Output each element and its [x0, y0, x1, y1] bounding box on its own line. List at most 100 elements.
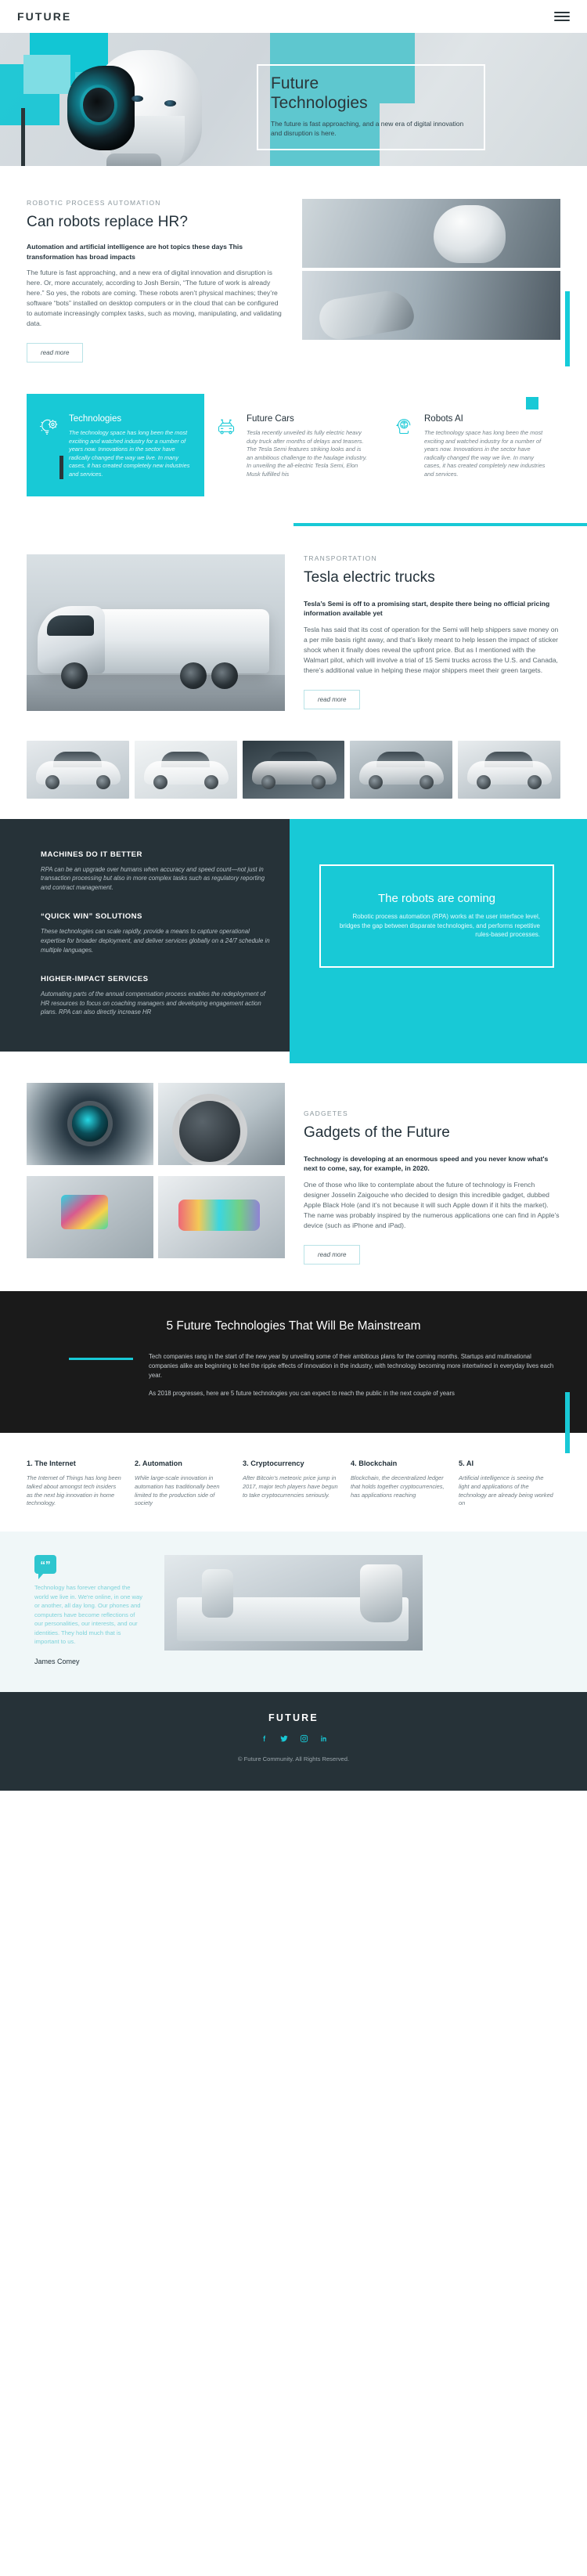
twitter-icon[interactable] [279, 1734, 289, 1743]
robot-eye-right [164, 100, 176, 106]
hero-banner: Future Technologies The future is fast a… [0, 33, 587, 166]
gadget-image-touch-interface [158, 1175, 285, 1258]
tech-list-item-3: 3. Cryptocurrency After Bitcoin’s meteor… [243, 1459, 338, 1508]
robots-hr-title: Can robots replace HR? [27, 214, 189, 230]
car-thumb-2[interactable] [134, 740, 237, 799]
section-car-gallery [0, 734, 587, 819]
machines-blocks: MACHINES DO IT BETTER RPA can be an upgr… [0, 850, 290, 1017]
machines-accent-edge [582, 818, 587, 1052]
gadgets-eyebrow: GADGETES [304, 1109, 348, 1117]
tesla-divider-rule [294, 522, 587, 526]
robots-hr-images [302, 199, 570, 366]
machines-heading-3: HIGHER-IMPACT SERVICES [41, 975, 149, 984]
quote-lab-photo [164, 1555, 423, 1651]
footer-copyright: © Future Community. All Rights Reserved. [237, 1755, 350, 1762]
robots-hr-lead: Automation and artificial intelligence a… [27, 243, 243, 261]
section-robots-hr: ROBOTIC PROCESS AUTOMATION Can robots re… [0, 166, 587, 383]
feature-text: The technology space has long been the m… [69, 429, 190, 478]
gadgets-read-more-button[interactable]: read more [304, 1244, 361, 1265]
tech-list-item-1: 1. The Internet The Internet of Things h… [27, 1459, 122, 1508]
mainstream-accent-rule [69, 1352, 133, 1398]
brand-logo[interactable]: FUTURE [17, 10, 71, 23]
tech-list-item-5: 5. AI Artificial intelligence is seeing … [459, 1459, 554, 1508]
tesla-eyebrow: TRANSPORTATION [304, 554, 377, 562]
tech-list-title: 4. Blockchain [351, 1459, 398, 1468]
feature-card-technologies[interactable]: Technologies The technology space has lo… [27, 394, 204, 496]
section-quote: “” Technology has forever changed the wo… [0, 1532, 587, 1692]
section-mainstream: 5 Future Technologies That Will Be Mains… [0, 1290, 587, 1454]
robots-coming-title: The robots are coming [377, 892, 496, 906]
gadget-image-robot-eye [27, 1082, 153, 1165]
robots-hr-eyebrow: ROBOTIC PROCESS AUTOMATION [27, 199, 161, 207]
feature-text: Tesla recently unveiled its fully electr… [247, 429, 367, 478]
tesla-read-more-button[interactable]: read more [304, 689, 361, 709]
machines-text-2: These technologies can scale rapidly, pr… [41, 928, 270, 954]
feature-title: Robots AI [424, 414, 463, 424]
tesla-title: Tesla electric trucks [304, 568, 435, 586]
robot-brain-head-icon [393, 414, 416, 479]
tech-list-text: While large-scale innovation in automati… [135, 1474, 220, 1507]
mainstream-paragraph-1: Tech companies rang in the start of the … [149, 1352, 554, 1379]
site-footer: FUTURE © Future Community. All Rights Re… [0, 1691, 587, 1791]
car-thumb-3[interactable] [242, 740, 345, 799]
robots-hr-body: The future is fast approaching, and a ne… [27, 269, 282, 327]
quote-bubble-icon: “” [34, 1555, 56, 1580]
car-thumb-1[interactable] [27, 740, 129, 799]
feature-text: The technology space has long been the m… [424, 429, 546, 478]
machines-heading-2: “QUICK WIN” SOLUTIONS [41, 912, 142, 922]
tech-list-title: 2. Automation [135, 1459, 182, 1468]
footer-socials [0, 1734, 587, 1743]
machines-panel-wrapper: The robots are coming Robotic process au… [290, 818, 587, 1063]
robot-hand-photo [302, 271, 560, 340]
car-thumb-4[interactable] [350, 740, 453, 799]
robots-coming-panel: The robots are coming Robotic process au… [290, 818, 587, 1063]
tech-list-item-4: 4. Blockchain Blockchain, the decentrali… [351, 1459, 446, 1508]
machines-text-3: Automating parts of the annual compensat… [41, 990, 265, 1016]
feature-title: Future Cars [247, 414, 294, 424]
tech-list-title: 5. AI [459, 1459, 474, 1468]
instagram-icon[interactable] [300, 1734, 308, 1743]
gadget-image-smartwatch [27, 1175, 153, 1258]
electric-car-icon [215, 414, 239, 479]
section-machines: MACHINES DO IT BETTER RPA can be an upgr… [0, 818, 587, 1063]
hero-title: Future Technologies [271, 74, 471, 113]
gadgets-lead: Technology is developing at an enormous … [304, 1154, 549, 1173]
robot-neck [106, 153, 161, 166]
section-tesla: TRANSPORTATION Tesla electric trucks Tes… [0, 522, 587, 734]
robots-coming-inner: The robots are coming Robotic process au… [319, 864, 554, 968]
tech-list-item-2: 2. Automation While large-scale innovati… [135, 1459, 230, 1508]
tesla-body: Tesla has said that its cost of operatio… [304, 625, 559, 674]
section-gadgets: GADGETES Gadgets of the Future Technolog… [0, 1052, 587, 1291]
feature-title: Technologies [69, 414, 122, 424]
car-thumb-5[interactable] [458, 740, 560, 799]
gadget-image-camera-lens [158, 1082, 285, 1165]
hero-title-line2: Technologies [271, 94, 368, 112]
tesla-text: TRANSPORTATION Tesla electric trucks Tes… [304, 554, 560, 711]
feature-accent-square [526, 397, 538, 409]
quote-author: James Comey [34, 1657, 80, 1665]
site-header: FUTURE [0, 0, 587, 33]
facebook-icon[interactable] [260, 1734, 268, 1743]
tech-list-title: 1. The Internet [27, 1459, 76, 1468]
mainstream-title: 5 Future Technologies That Will Be Mains… [166, 1319, 421, 1333]
tech-list-text: Artificial intelligence is seeing the li… [459, 1474, 553, 1507]
tesla-truck-photo [27, 554, 285, 711]
hero-subtitle: The future is fast approaching, and a ne… [271, 120, 464, 137]
accent-bar-vertical [565, 291, 570, 366]
feature-card-future-cars[interactable]: Future Cars Tesla recently unveiled its … [204, 394, 382, 496]
machines-text-1: RPA can be an upgrade over humans when a… [41, 865, 265, 891]
hamburger-menu-icon[interactable] [554, 12, 570, 21]
gadgets-title: Gadgets of the Future [304, 1124, 450, 1141]
robot-ear-module [67, 66, 135, 150]
page-root: FUTURE Future Technologies The future is… [0, 0, 587, 1791]
hero-title-line1: Future [271, 74, 319, 92]
quote-text: Technology has forever changed the world… [34, 1584, 143, 1646]
gadgets-image-grid [27, 1082, 285, 1265]
footer-brand[interactable]: FUTURE [0, 1712, 587, 1723]
robots-hr-text: ROBOTIC PROCESS AUTOMATION Can robots re… [27, 199, 285, 363]
robot-head-photo [302, 199, 560, 268]
linkedin-icon[interactable] [319, 1734, 328, 1743]
feature-accent-bar [59, 455, 63, 479]
robot-head-image [47, 44, 243, 166]
robots-hr-read-more-button[interactable]: read more [27, 343, 84, 363]
